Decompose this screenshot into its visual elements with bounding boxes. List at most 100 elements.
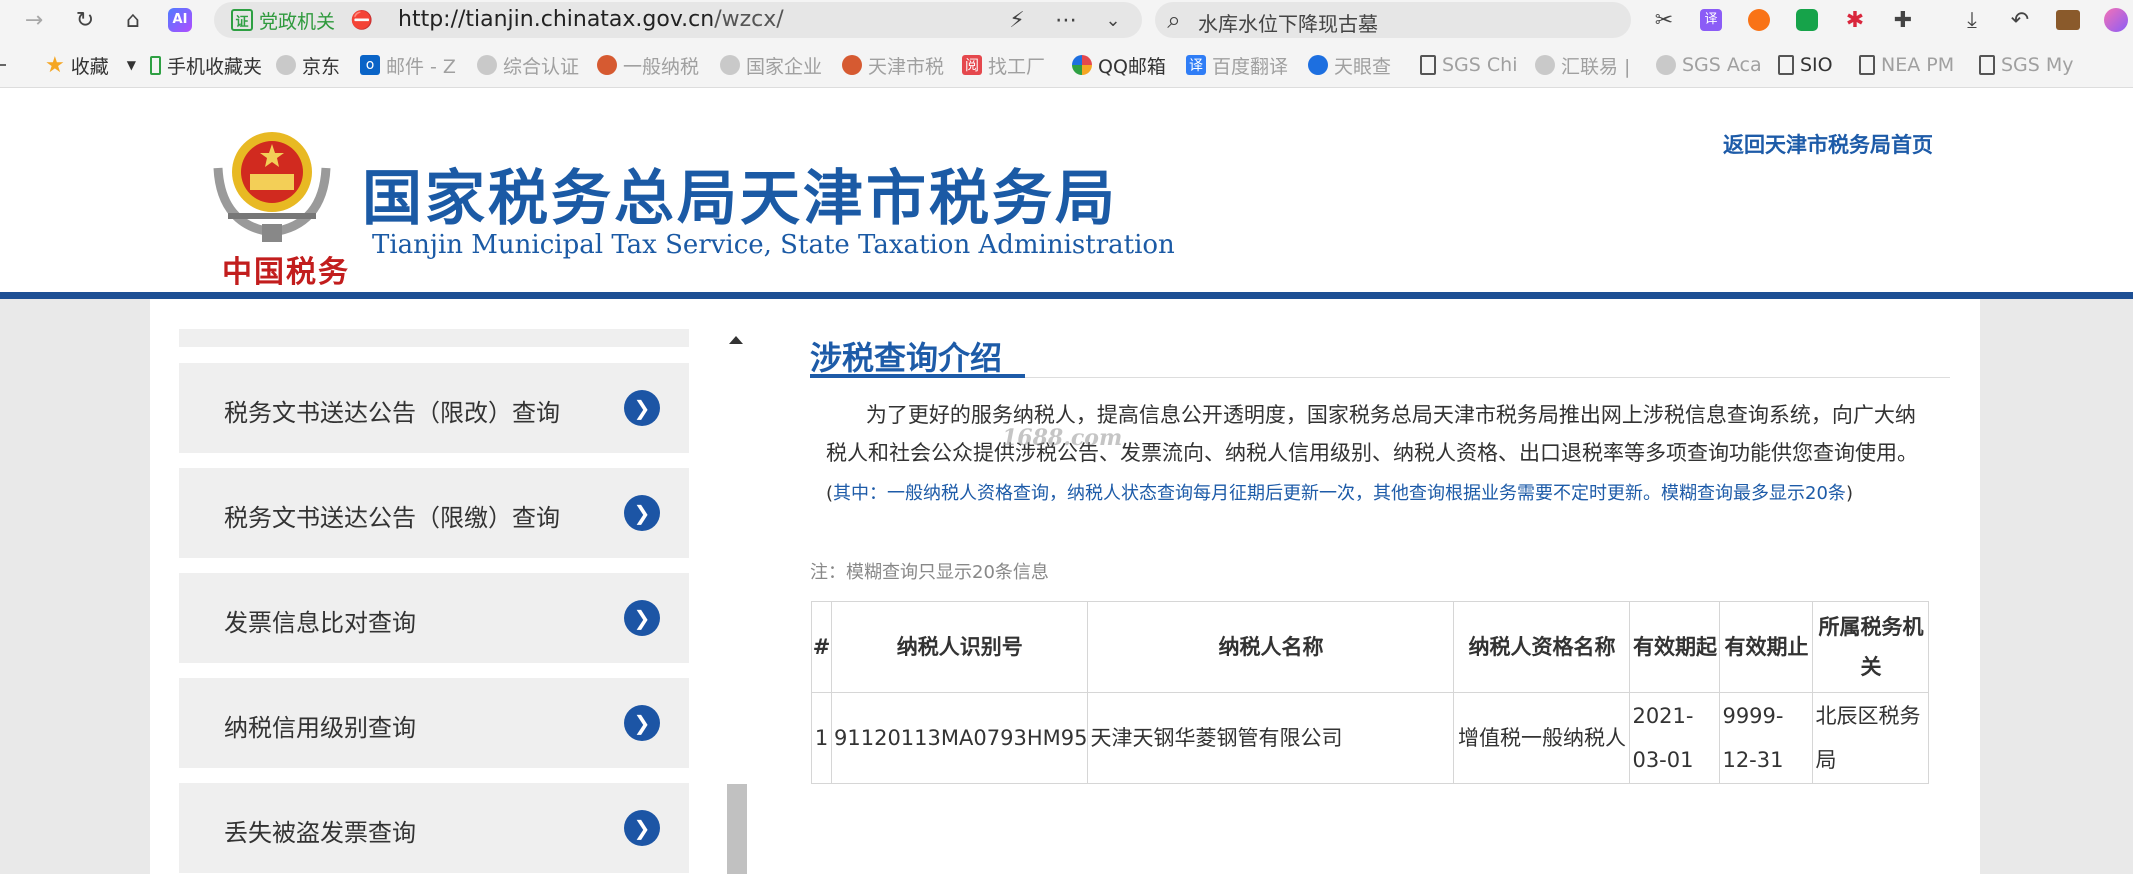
chevron-right-icon[interactable]: ❯ xyxy=(624,390,660,426)
bookmark-huilianyi[interactable]: 汇联易 | xyxy=(1535,52,1630,78)
chevron-right-icon[interactable]: ❯ xyxy=(624,810,660,846)
watermark: 1688.com xyxy=(1002,425,1123,451)
lightning-icon[interactable]: ⚡ xyxy=(1003,6,1031,34)
url-text[interactable]: http://tianjin.chinatax.gov.cn/wzcx/ xyxy=(398,7,784,32)
bookmark-enterprise[interactable]: 国家企业 xyxy=(720,52,822,78)
more-icon[interactable]: ⋯ xyxy=(1052,6,1080,34)
intro-paragraph: 为了更好的服务纳税人，提高信息公开透明度，国家税务总局天津市税务局推出网上涉税信… xyxy=(826,403,1918,465)
sidebar-item-tax-notice-correction[interactable]: 税务文书送达公告（限改）查询 ❯ xyxy=(179,363,689,453)
mail-icon: o xyxy=(360,55,380,75)
sidebar-item-lost-invoice[interactable]: 丢失被盗发票查询 ❯ xyxy=(179,783,689,873)
header-divider xyxy=(0,292,2133,299)
emblem-icon xyxy=(842,55,862,75)
globe-icon xyxy=(720,55,740,75)
bookmark-factory[interactable]: 阅找工厂 xyxy=(962,52,1045,78)
return-home-link[interactable]: 返回天津市税务局首页 xyxy=(1723,129,1933,159)
column-header: 所属税务机关 xyxy=(1812,601,1930,693)
globe-icon xyxy=(276,55,296,75)
column-header: 纳税人名称 xyxy=(1087,601,1455,693)
download-icon[interactable]: ⤓ xyxy=(1958,6,1986,34)
page-icon xyxy=(1859,55,1875,75)
reload-icon[interactable]: ↻ xyxy=(71,6,99,34)
table-header-row: # 纳税人识别号 纳税人名称 纳税人资格名称 有效期起 有效期止 所属税务机关 xyxy=(811,601,1930,693)
site-verification-badge[interactable]: 证 党政机关 xyxy=(231,7,335,33)
bookmark-taxpayer[interactable]: 一般纳税 xyxy=(597,52,699,78)
star-icon: ★ xyxy=(45,52,65,78)
sidebar-item-partial[interactable] xyxy=(179,329,689,347)
valid-to: 9999-12-31 xyxy=(1719,692,1814,784)
sidebar-item-invoice-compare[interactable]: 发票信息比对查询 ❯ xyxy=(179,573,689,663)
page-icon xyxy=(1420,55,1436,75)
bookmark-sgs-my[interactable]: SGS My xyxy=(1979,52,2074,78)
fox-ext-icon[interactable] xyxy=(1745,6,1773,34)
qualification-name: 增值税一般纳税人 xyxy=(1453,692,1631,784)
wechat-ext-icon[interactable] xyxy=(1793,6,1821,34)
emblem-caption: 中国税务 xyxy=(222,255,350,290)
chevron-right-icon[interactable]: ❯ xyxy=(624,495,660,531)
bookmark-mail[interactable]: o 邮件 - Z xyxy=(360,52,456,78)
sidebar-item-label: 纳税信用级别查询 xyxy=(224,714,416,742)
globe-icon xyxy=(1656,55,1676,75)
bookmark-favorites[interactable]: ★ 收藏 ▼ xyxy=(45,52,136,78)
bookmarks-bar: ★ 收藏 ▼ 手机收藏夹 京东 o 邮件 - Z 综合认证 一般纳税 国家企业 天津市… xyxy=(0,40,2133,88)
bookmark-auth[interactable]: 综合认证 xyxy=(477,52,579,78)
column-header: 有效期起 xyxy=(1629,601,1721,693)
caret-down-icon: ▼ xyxy=(126,58,136,72)
bookmark-overflow[interactable] xyxy=(0,52,6,78)
column-header: # xyxy=(811,601,832,693)
bookmark-baidu-translate[interactable]: 译百度翻译 xyxy=(1186,52,1288,78)
title-underline xyxy=(810,374,1025,378)
scroll-up-arrow-icon[interactable] xyxy=(729,336,743,344)
fuzzy-query-note: 注：模糊查询只显示20条信息 xyxy=(810,562,1049,583)
sidebar-item-label: 发票信息比对查询 xyxy=(224,609,416,637)
profile-icon[interactable] xyxy=(2102,6,2130,34)
security-off-icon[interactable]: ⛔ xyxy=(348,6,376,34)
row-index: 1 xyxy=(811,692,832,784)
page-icon xyxy=(1979,55,1995,75)
undo-icon[interactable]: ↶ xyxy=(2006,6,2034,34)
briefcase-icon[interactable] xyxy=(2054,6,2082,34)
scissors-icon[interactable]: ✂ xyxy=(1650,6,1678,34)
sidebar-item-credit-level[interactable]: 纳税信用级别查询 ❯ xyxy=(179,678,689,768)
site-title: 国家税务总局天津市税务局 xyxy=(362,164,1118,234)
bookmark-sio[interactable]: SIO xyxy=(1778,52,1833,78)
search-input[interactable]: 水库水位下降现古墓 xyxy=(1198,8,1378,37)
translate-ext-icon[interactable]: 译 xyxy=(1697,6,1725,34)
tax-authority: 北辰区税务局 xyxy=(1812,692,1930,784)
sidebar-item-label: 税务文书送达公告（限缴）查询 xyxy=(224,504,560,532)
valid-from: 2021-03-01 xyxy=(1629,692,1721,784)
network-ext-icon[interactable]: ✱ xyxy=(1841,6,1869,34)
emblem-icon xyxy=(597,55,617,75)
bookmark-nea-pm[interactable]: NEA PM xyxy=(1859,52,1954,78)
chevron-right-icon[interactable]: ❯ xyxy=(624,705,660,741)
search-icon: ⌕ xyxy=(1167,6,1181,34)
extensions-puzzle-icon[interactable]: ✚ xyxy=(1889,6,1917,34)
bookmark-qqmail[interactable]: QQ邮箱 xyxy=(1072,52,1166,78)
chevron-right-icon[interactable]: ❯ xyxy=(624,600,660,636)
bookmark-tianjin-tax[interactable]: 天津市税 xyxy=(842,52,944,78)
bookmark-tianyancha[interactable]: 天眼查 xyxy=(1308,52,1391,78)
sidebar-item-label: 税务文书送达公告（限改）查询 xyxy=(224,399,560,427)
update-note: (其中：一般纳税人资格查询，纳税人状态查询每月征期后更新一次，其他查询根据业务需… xyxy=(826,483,1853,504)
taxpayer-id: 91120113MA0793HM95 xyxy=(830,692,1089,784)
ai-assistant-icon[interactable]: AI xyxy=(166,6,194,34)
chevron-down-icon[interactable]: ⌄ xyxy=(1099,6,1127,34)
tianyancha-icon xyxy=(1308,55,1328,75)
forward-icon[interactable]: → xyxy=(20,6,48,34)
bookmark-mobile[interactable]: 手机收藏夹 xyxy=(150,52,262,78)
bookmark-sgs-aca[interactable]: SGS Aca xyxy=(1656,52,1762,78)
home-icon[interactable]: ⌂ xyxy=(119,6,147,34)
taxpayer-name: 天津天钢华菱钢管有限公司 xyxy=(1087,692,1455,784)
bookmark-jd[interactable]: 京东 xyxy=(276,52,340,78)
site-badge-label: 党政机关 xyxy=(259,10,336,33)
sidebar-item-tax-notice-payment[interactable]: 税务文书送达公告（限缴）查询 ❯ xyxy=(179,468,689,558)
page-icon xyxy=(1778,55,1794,75)
table-row: 1 91120113MA0793HM95 天津天钢华菱钢管有限公司 增值税一般纳… xyxy=(811,692,1930,784)
column-header: 纳税人识别号 xyxy=(830,601,1089,693)
scrollbar-thumb[interactable] xyxy=(727,784,747,874)
phone-icon xyxy=(150,55,161,75)
bookmark-sgs-chi[interactable]: SGS Chi xyxy=(1420,52,1517,78)
translate-icon: 译 xyxy=(1186,55,1206,75)
verified-icon: 证 xyxy=(231,9,253,31)
column-header: 有效期止 xyxy=(1719,601,1814,693)
